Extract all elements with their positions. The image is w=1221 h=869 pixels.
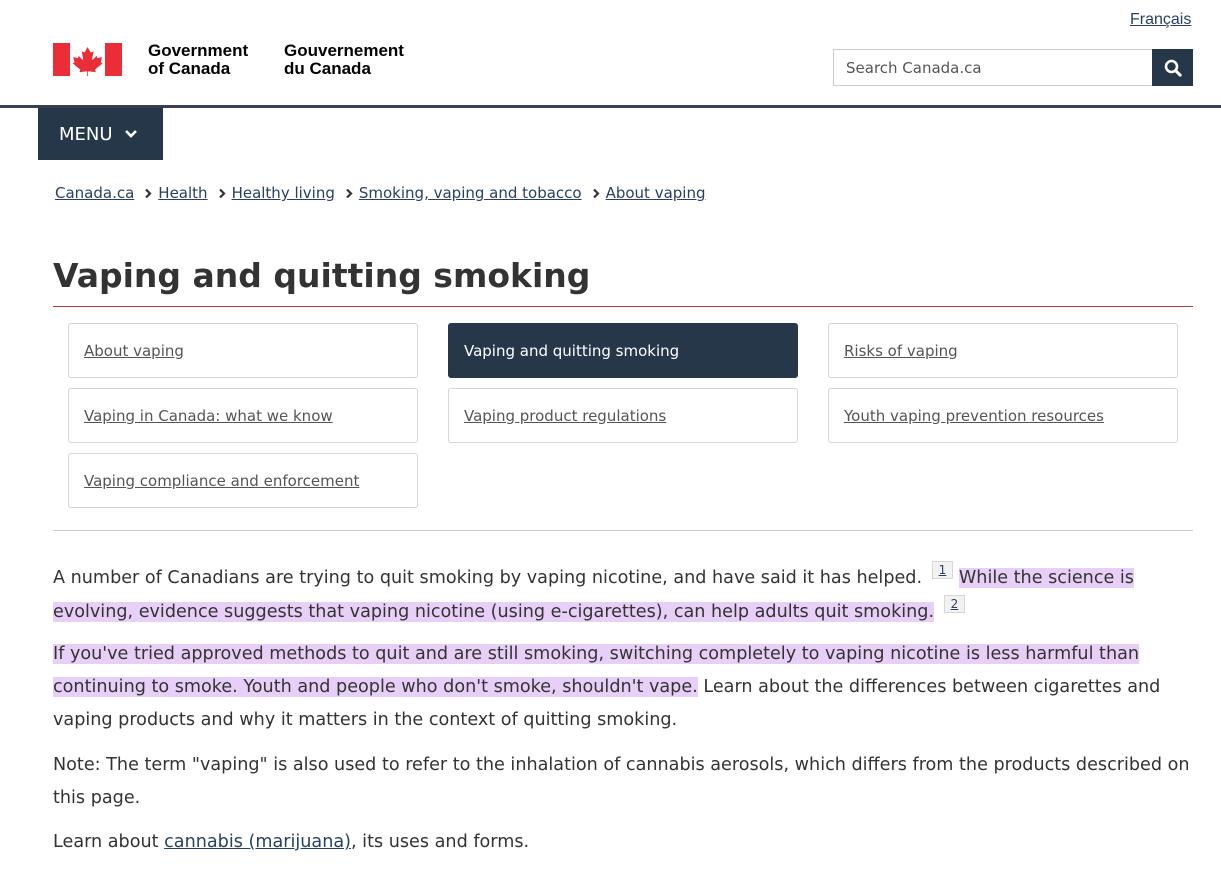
wordmark-french: Gouvernement du Canada bbox=[284, 42, 404, 78]
wordmark-en-line1: Government bbox=[148, 41, 249, 60]
cannabis-suffix: , its uses and forms. bbox=[351, 832, 530, 852]
breadcrumb-link-health[interactable]: Health bbox=[158, 184, 207, 202]
chevron-right-icon bbox=[144, 188, 152, 199]
breadcrumb-link-smoking-vaping-tobacco[interactable]: Smoking, vaping and tobacco bbox=[359, 184, 582, 202]
breadcrumb: Canada.ca Health Healthy living Smoking,… bbox=[55, 184, 706, 202]
footnote-link-1[interactable]: 1 bbox=[931, 561, 954, 579]
subnav-risks-of-vaping[interactable]: Risks of vaping bbox=[828, 323, 1178, 378]
header-divider bbox=[0, 105, 1221, 108]
wordmark-english: Government of Canada bbox=[148, 42, 248, 78]
intro-text: A number of Canadians are trying to quit… bbox=[53, 568, 923, 588]
breadcrumb-link-about-vaping[interactable]: About vaping bbox=[606, 184, 706, 202]
menu-button[interactable]: MENU bbox=[38, 108, 163, 160]
harm-reduction-paragraph: If you've tried approved methods to quit… bbox=[53, 638, 1195, 737]
chevron-down-icon bbox=[124, 129, 138, 139]
cannabis-prefix: Learn about bbox=[53, 832, 159, 852]
search-button[interactable] bbox=[1152, 49, 1193, 86]
search-icon bbox=[1164, 59, 1182, 77]
note-text: Note: The term "vaping" is also used to … bbox=[53, 755, 1190, 808]
wordmark-en-line2: of Canada bbox=[148, 59, 231, 78]
subnav-youth-vaping-prevention[interactable]: Youth vaping prevention resources bbox=[828, 388, 1178, 443]
chevron-right-icon bbox=[218, 188, 226, 199]
chevron-right-icon bbox=[345, 188, 353, 199]
search-input[interactable] bbox=[833, 49, 1153, 86]
subnav-vaping-compliance[interactable]: Vaping compliance and enforcement bbox=[68, 453, 418, 508]
breadcrumb-link-healthy-living[interactable]: Healthy living bbox=[232, 184, 335, 202]
wordmark-fr-line2: du Canada bbox=[284, 59, 371, 78]
wordmark-fr-line1: Gouvernement bbox=[284, 41, 404, 60]
footnote-link-2[interactable]: 2 bbox=[943, 595, 966, 613]
breadcrumb-link-canada[interactable]: Canada.ca bbox=[55, 184, 134, 202]
title-underline bbox=[53, 306, 1193, 307]
page-title: Vaping and quitting smoking bbox=[53, 256, 591, 295]
intro-paragraph: A number of Canadians are trying to quit… bbox=[53, 561, 1195, 629]
cannabis-link[interactable]: cannabis (marijuana) bbox=[164, 832, 351, 852]
chevron-right-icon bbox=[592, 188, 600, 199]
subnav-vaping-and-quitting-smoking[interactable]: Vaping and quitting smoking bbox=[448, 323, 798, 378]
note-paragraph: Note: The term "vaping" is also used to … bbox=[53, 749, 1195, 815]
cannabis-paragraph: Learn about cannabis (marijuana), its us… bbox=[53, 826, 1195, 859]
subnav-vaping-in-canada[interactable]: Vaping in Canada: what we know bbox=[68, 388, 418, 443]
subnav-about-vaping[interactable]: About vaping bbox=[68, 323, 418, 378]
section-divider bbox=[53, 530, 1193, 531]
subnav-vaping-product-regulations[interactable]: Vaping product regulations bbox=[448, 388, 798, 443]
menu-label: MENU bbox=[59, 123, 113, 145]
canada-flag-logo bbox=[53, 43, 122, 76]
language-toggle-link[interactable]: Français bbox=[1130, 11, 1191, 29]
